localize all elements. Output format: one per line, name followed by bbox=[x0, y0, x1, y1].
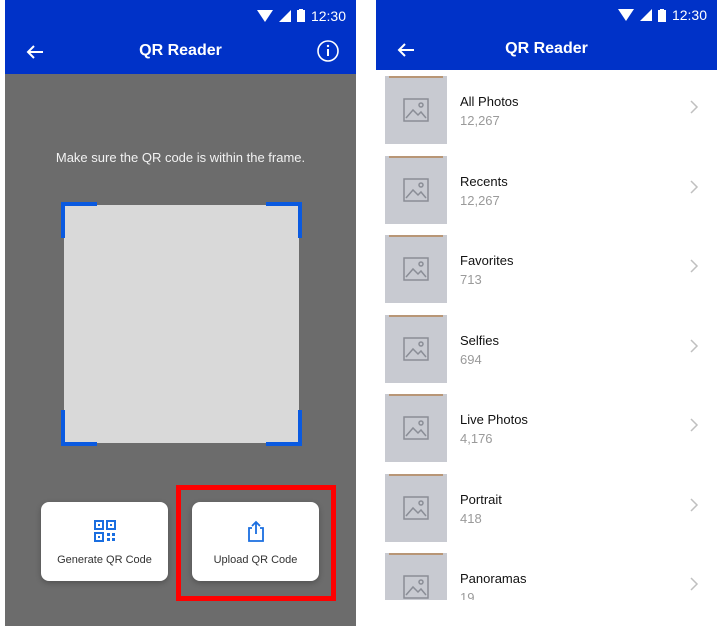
chevron-right-icon bbox=[690, 179, 699, 194]
app-bar: QR Reader bbox=[5, 31, 356, 74]
album-count: 19 bbox=[460, 590, 475, 600]
album-row-panoramas[interactable]: Panoramas 19 bbox=[376, 547, 717, 600]
album-name: Favorites bbox=[460, 253, 514, 268]
image-placeholder-icon bbox=[403, 257, 429, 281]
app-bar: QR Reader bbox=[376, 30, 717, 70]
album-name: Recents bbox=[460, 173, 508, 189]
album-count: 694 bbox=[460, 351, 482, 367]
album-row-live-photos[interactable]: Live Photos 4,176 bbox=[376, 388, 717, 468]
signal-icon bbox=[639, 9, 652, 21]
album-thumbnail bbox=[385, 553, 447, 600]
scan-instruction: Make sure the QR code is within the fram… bbox=[55, 150, 306, 165]
chevron-right-icon bbox=[690, 577, 699, 591]
album-thumbnail bbox=[385, 473, 447, 542]
status-time: 12:30 bbox=[671, 7, 707, 23]
frame-corner-bottom-right bbox=[266, 410, 302, 446]
album-name: Portrait bbox=[460, 491, 502, 507]
chevron-right-icon bbox=[690, 497, 699, 512]
album-row-favorites[interactable]: Favorites 713 bbox=[376, 229, 717, 309]
album-row-recents[interactable]: Recents 12,267 bbox=[376, 150, 717, 230]
chevron-right-icon bbox=[690, 338, 699, 353]
album-name: Live Photos bbox=[460, 412, 528, 427]
album-thumbnail bbox=[385, 76, 447, 144]
album-thumbnail bbox=[385, 235, 447, 303]
battery-icon bbox=[296, 9, 305, 22]
image-placeholder-icon bbox=[403, 575, 429, 599]
album-thumbnail bbox=[385, 394, 447, 462]
app-title: QR Reader bbox=[505, 40, 588, 57]
album-thumbnail bbox=[385, 314, 447, 383]
wifi-icon bbox=[256, 9, 273, 22]
chevron-right-icon bbox=[690, 418, 699, 432]
frame-corner-top-left bbox=[61, 202, 97, 238]
frame-corner-bottom-left bbox=[61, 410, 97, 446]
wifi-icon bbox=[617, 9, 634, 21]
album-count: 12,267 bbox=[460, 192, 500, 208]
album-count: 418 bbox=[460, 510, 482, 526]
image-placeholder-icon bbox=[403, 98, 429, 122]
album-count: 713 bbox=[460, 272, 482, 287]
qr-code-icon bbox=[93, 520, 116, 542]
status-bar: 12:30 bbox=[5, 0, 356, 31]
chevron-right-icon bbox=[690, 259, 699, 273]
battery-icon bbox=[657, 8, 666, 22]
image-placeholder-icon bbox=[403, 336, 429, 361]
photo-albums-screen: 12:30 QR Reader All Photos 12,267 Recent… bbox=[376, 0, 717, 600]
status-bar: 12:30 bbox=[376, 0, 717, 30]
highlight-box bbox=[176, 485, 336, 601]
album-name: All Photos bbox=[460, 94, 519, 109]
album-name: Panoramas bbox=[460, 571, 527, 586]
app-title: QR Reader bbox=[139, 42, 222, 59]
album-count: 12,267 bbox=[460, 113, 500, 128]
chevron-right-icon bbox=[690, 100, 699, 114]
generate-qr-label: Generate QR Code bbox=[57, 554, 152, 566]
album-thumbnail bbox=[385, 155, 447, 224]
info-icon[interactable] bbox=[316, 39, 340, 63]
generate-qr-button[interactable]: Generate QR Code bbox=[41, 502, 168, 581]
album-list: All Photos 12,267 Recents 12,267 Favorit… bbox=[376, 70, 717, 600]
album-count: 4,176 bbox=[460, 431, 493, 446]
status-time: 12:30 bbox=[310, 7, 346, 24]
image-placeholder-icon bbox=[403, 177, 429, 202]
scan-frame bbox=[61, 202, 302, 446]
image-placeholder-icon bbox=[403, 416, 429, 440]
album-name: Selfies bbox=[460, 332, 500, 348]
frame-corner-top-right bbox=[266, 202, 302, 238]
album-row-all-photos[interactable]: All Photos 12,267 bbox=[376, 70, 717, 150]
image-placeholder-icon bbox=[403, 495, 429, 520]
album-row-portrait[interactable]: Portrait 418 bbox=[376, 468, 717, 548]
album-row-selfies[interactable]: Selfies 694 bbox=[376, 309, 717, 389]
signal-icon bbox=[278, 9, 291, 22]
